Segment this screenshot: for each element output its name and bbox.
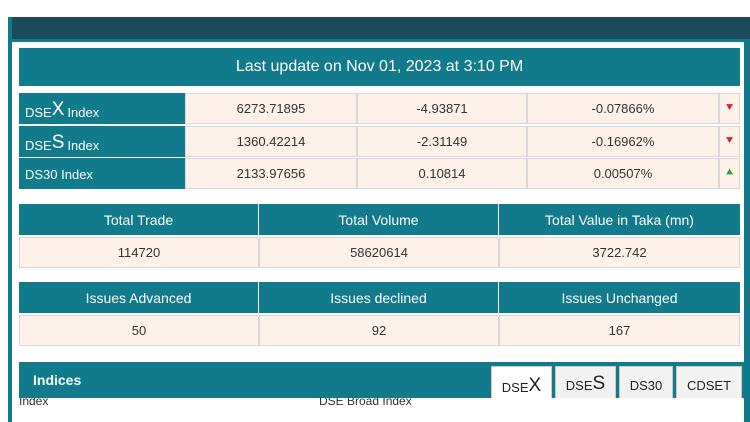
- index-name[interactable]: DS30 Index: [19, 158, 185, 189]
- issue-stats-table: Issues Advanced Issues declined Issues U…: [19, 282, 740, 346]
- index-row-dsex: DSE X Index 6273.71895 -4.93871 -0.07866% …: [19, 93, 740, 124]
- column-index: Index: [19, 398, 49, 408]
- index-percent: -0.07866%: [527, 93, 719, 124]
- top-strip: [0, 0, 750, 17]
- tab-dses[interactable]: DSE S: [555, 366, 616, 398]
- right-border: [744, 39, 750, 422]
- trade-stats-table: Total Trade Total Volume Total Value in …: [19, 204, 740, 268]
- chevron-double-up-icon: ⯅: [719, 158, 740, 189]
- column-dse-broad-index: DSE Broad Index: [319, 398, 412, 408]
- index-percent: -0.16962%: [527, 126, 719, 157]
- header-issues-advanced: Issues Advanced: [19, 282, 259, 313]
- header-total-volume: Total Volume: [259, 204, 499, 235]
- index-name[interactable]: DSE X Index: [19, 93, 185, 124]
- tab-ds30[interactable]: DS30: [619, 366, 673, 398]
- page-header-bar: [8, 17, 750, 42]
- index-name[interactable]: DSE S Index: [19, 126, 185, 157]
- last-update-banner: Last update on Nov 01, 2023 at 3:10 PM: [19, 48, 740, 86]
- index-change: -4.93871: [357, 93, 527, 124]
- tab-cdset[interactable]: CDSET: [676, 366, 742, 398]
- index-row-dses: DSE S Index 1360.42214 -2.31149 -0.16962% …: [19, 126, 740, 157]
- chevron-double-down-icon: ⯆: [719, 93, 740, 124]
- header-total-value: Total Value in Taka (mn): [499, 204, 740, 235]
- index-percent: 0.00507%: [527, 158, 719, 189]
- chevron-double-down-icon: ⯆: [719, 126, 740, 157]
- header-issues-unchanged: Issues Unchanged: [499, 282, 740, 313]
- value-total-value: 3722.742: [499, 237, 740, 268]
- last-update-text: Last update on Nov 01, 2023 at 3:10 PM: [235, 58, 524, 75]
- tab-dsex[interactable]: DSE X: [491, 366, 552, 400]
- index-change: -2.31149: [357, 126, 527, 157]
- index-value: 2133.97656: [185, 158, 357, 189]
- header-issues-declined: Issues declined: [259, 282, 499, 313]
- left-border: [8, 17, 12, 422]
- index-value: 6273.71895: [185, 93, 357, 124]
- value-total-volume: 58620614: [259, 237, 499, 268]
- indices-column-header: Index DSE Broad Index: [19, 398, 744, 408]
- index-change: 0.10814: [357, 158, 527, 189]
- value-issues-advanced: 50: [19, 315, 259, 346]
- indices-panel-title: Indices: [33, 372, 82, 388]
- header-total-trade: Total Trade: [19, 204, 259, 235]
- value-issues-declined: 92: [259, 315, 499, 346]
- value-issues-unchanged: 167: [499, 315, 740, 346]
- index-value: 1360.42214: [185, 126, 357, 157]
- index-row-ds30: DS30 Index 2133.97656 0.10814 0.00507% ⯅: [19, 158, 740, 189]
- value-total-trade: 114720: [19, 237, 259, 268]
